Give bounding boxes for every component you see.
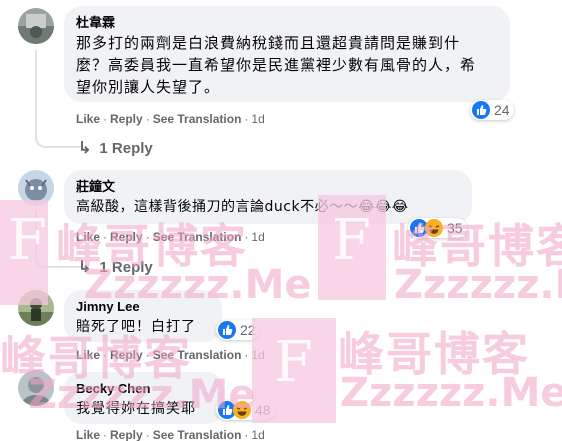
separator-dot: · [244,348,249,362]
separator-dot: · [103,230,108,244]
like-link[interactable]: Like [76,230,100,244]
haha-reaction-icon [425,219,443,237]
see-translation-link[interactable]: See Translation [153,112,242,126]
watermark-url: Zzzzzz.Me [394,262,562,308]
comment-text: 高級酸，這樣背後捅刀的言論duck不必～～😂😂😂 [76,199,409,215]
separator-dot: · [145,230,150,244]
separator-dot: · [244,230,249,244]
timestamp[interactable]: 1d [251,112,264,126]
comment-text: 賠死了吧！白打了 [76,319,196,335]
separator-dot: · [103,348,108,362]
watermark-letter: F [274,330,313,395]
separator-dot: · [103,112,108,126]
watermark-url: Zzzzzz.Me [340,370,562,416]
avatar[interactable] [18,290,54,326]
comment-bubble: Jimny Lee 賠死了吧！白打了 [64,290,222,342]
avatar[interactable] [18,8,54,44]
reaction-count: 35 [447,220,463,236]
thread-line [35,210,37,244]
comment-actions: Like · Reply · See Translation · 1d [76,428,265,441]
reaction-summary[interactable]: 24 [470,100,514,120]
reaction-count: 22 [240,322,256,338]
watermark-brand: 峰哥博客 [338,327,530,381]
separator-dot: · [244,428,249,441]
reply-arrow-icon: ↳ [78,140,92,157]
like-reaction-icon [218,321,236,339]
like-link[interactable]: Like [76,112,100,126]
separator-dot: · [244,112,249,126]
reaction-count: 48 [255,402,271,418]
see-translation-link[interactable]: See Translation [153,230,242,244]
comment-actions: Like · Reply · See Translation · 1d [76,112,265,126]
reaction-count: 24 [494,102,510,118]
view-replies-link[interactable]: ↳ 1 Reply [78,138,153,158]
comment-text: 我覺得妳在搞笑耶 [76,401,196,417]
view-replies-label: 1 Reply [99,258,153,276]
separator-dot: · [145,428,150,441]
separator-dot: · [145,112,150,126]
comment-author[interactable]: Jimny Lee [76,298,210,316]
timestamp[interactable]: 1d [251,348,264,362]
timestamp[interactable]: 1d [251,230,264,244]
view-replies-label: 1 Reply [99,139,153,157]
like-reaction-icon [472,101,490,119]
timestamp[interactable]: 1d [251,428,264,441]
reply-arrow-icon: ↳ [78,259,92,276]
comment-bubble: Becky Chen 我覺得妳在搞笑耶 [64,372,224,424]
reaction-summary[interactable]: 48 [216,400,275,420]
reaction-summary[interactable]: 35 [408,218,467,238]
avatar[interactable] [18,170,54,206]
separator-dot: · [145,348,150,362]
thread-line [35,50,37,130]
comment-text-line: 那多打的兩劑是白浪費納稅錢而且還超貴請問是賺到什 [76,34,461,52]
comment-actions: Like · Reply · See Translation · 1d [76,348,265,362]
comment-author[interactable]: 杜韋霖 [76,14,498,32]
see-translation-link[interactable]: See Translation [153,428,242,441]
reply-link[interactable]: Reply [110,428,143,441]
like-link[interactable]: Like [76,428,100,441]
reply-link[interactable]: Reply [110,112,143,126]
thread-elbow [35,240,81,268]
reaction-summary[interactable]: 22 [216,320,260,340]
comment-text-line: 望你別讓人失望了。 [76,78,221,96]
reply-link[interactable]: Reply [110,230,143,244]
comment-bubble: 莊鐘文 高級酸，這樣背後捅刀的言論duck不必～～😂😂😂 [64,170,472,224]
separator-dot: · [103,428,108,441]
reply-link[interactable]: Reply [110,348,143,362]
avatar[interactable] [18,370,54,406]
comment-actions: Like · Reply · See Translation · 1d [76,230,265,244]
comment-text-line: 麼？高委員我一直希望你是民進黨裡少數有風骨的人，希 [76,56,477,74]
comment-bubble: 杜韋霖 那多打的兩劑是白浪費納稅錢而且還超貴請問是賺到什 麼？高委員我一直希望你… [64,6,510,102]
comment-author[interactable]: 莊鐘文 [76,178,460,196]
thread-elbow [35,120,81,148]
haha-reaction-icon [233,401,251,419]
comment-author[interactable]: Becky Chen [76,380,212,398]
view-replies-link[interactable]: ↳ 1 Reply [78,257,153,277]
comment-text: 那多打的兩劑是白浪費納稅錢而且還超貴請問是賺到什 麼？高委員我一直希望你是民進黨… [76,32,498,98]
like-link[interactable]: Like [76,348,100,362]
see-translation-link[interactable]: See Translation [153,348,242,362]
